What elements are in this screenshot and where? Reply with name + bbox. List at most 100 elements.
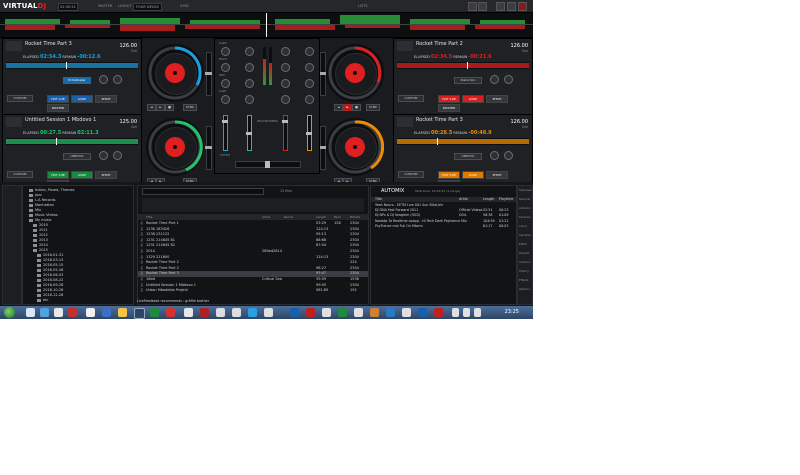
notes-icon[interactable] [118, 308, 127, 317]
app-icon-9[interactable] [306, 308, 315, 317]
crossfader-thumb[interactable] [265, 161, 270, 168]
ch4-gain-knob[interactable] [305, 47, 314, 56]
minimize-button[interactable] [507, 2, 516, 11]
deck-1-effect-knob-2[interactable] [113, 75, 122, 84]
side-panel-item[interactable]: Sideview [519, 188, 532, 192]
deck-1-jogwheel[interactable] [146, 44, 204, 102]
deck-4-custom-button[interactable]: CUSTOM [398, 171, 424, 178]
deck-2-pitch-pad[interactable]: PITCH [486, 95, 508, 103]
layout-select[interactable]: FOUR DECKS [133, 3, 162, 11]
deck-3-jogwheel[interactable] [146, 118, 204, 176]
column-title[interactable]: Title [146, 215, 152, 219]
folder-item[interactable]: L.A Records [29, 198, 56, 202]
deck-3-loop-pad[interactable]: LOOP [71, 171, 93, 179]
deck-4-effect-knob-2[interactable] [504, 151, 513, 160]
folder-item[interactable]: 2015 [33, 248, 48, 252]
overview-waveform[interactable] [0, 13, 533, 38]
automix-column-playtime[interactable]: Playtime [499, 197, 513, 202]
deck-4-effect-knob-1[interactable] [490, 151, 499, 160]
deck-3-effect-select[interactable]: LINEVOC [63, 153, 91, 160]
column-artist[interactable]: Artist [262, 215, 270, 219]
ch4-high-knob[interactable] [305, 63, 314, 72]
crossfader[interactable] [235, 161, 301, 168]
track-row[interactable]: ♫ 1231 214845 81 88:68 2304 [138, 238, 368, 243]
deck-1-cue-button[interactable]: ◄ [147, 104, 156, 111]
ie-icon[interactable] [40, 308, 49, 317]
deck-1-custom-button[interactable]: CUSTOM [7, 95, 33, 102]
side-panel-item[interactable]: Editor [519, 242, 527, 246]
deck-2-pitch-thumb[interactable] [319, 72, 326, 75]
folder-item[interactable]: 2016-08-22 [37, 278, 63, 282]
network-icon[interactable] [452, 308, 459, 317]
track-row[interactable]: ♫ Untitled Session 1 Mbdovo 1 99:05 2304 [138, 283, 368, 288]
deck-4-pitch-thumb[interactable] [319, 146, 326, 149]
track-row[interactable]: ♫ Rocket Time Part 2 224 [138, 260, 368, 265]
folder-item[interactable]: Mix [29, 208, 41, 212]
track-row[interactable]: ♫ Rocket Time Part 1 03:29 126 2304 [138, 221, 368, 226]
folder-item[interactable]: 2016-05-26 [37, 268, 63, 272]
deck-3-pitch-thumb[interactable] [205, 146, 212, 149]
side-panel-item[interactable]: Sampler [519, 197, 531, 201]
side-panel-item[interactable]: Options [519, 287, 530, 291]
ch4-volume-fader[interactable] [306, 115, 312, 151]
track-row[interactable]: ♫ 1238 183426 124:13 2304 [138, 227, 368, 232]
app-icon-8[interactable] [290, 308, 299, 317]
side-panel-item[interactable]: History [519, 269, 529, 273]
track-row[interactable]: ♫ 2014 280ed2814 2304 [138, 249, 368, 254]
track-row[interactable]: ♫ 1238 231122 95:13 2304 [138, 232, 368, 237]
deck-2-waveform[interactable] [397, 62, 529, 69]
deck-2-effect-select[interactable]: Distortion [454, 77, 482, 84]
track-row[interactable]: ♫ 16bit Critical Sea 39:59 1536 [138, 277, 368, 282]
deck-1-play-button[interactable]: ► [156, 104, 165, 111]
folder-item[interactable]: 2016-06-03 [37, 273, 63, 277]
deck-2-loop-pad[interactable]: LOOP [462, 95, 484, 103]
app-icon-13[interactable] [370, 308, 379, 317]
deck-2-master-pad[interactable]: MASTER [438, 104, 460, 112]
deck-1-pitch-thumb[interactable] [205, 72, 212, 75]
ch2-volume-fader[interactable] [282, 115, 288, 151]
folder-item[interactable]: 2013 [33, 238, 48, 242]
app-icon-17[interactable] [434, 308, 443, 317]
track-row[interactable]: ♫ 1231 214845 82 87:04 2304 [138, 243, 368, 248]
chrome-icon[interactable] [86, 308, 95, 317]
folder-item[interactable]: 2010 [33, 223, 48, 227]
folder-item[interactable]: 2016-09-28 [37, 283, 63, 287]
deck-1-pitch-pad[interactable]: PITCH [95, 95, 117, 103]
ch3-high-knob[interactable] [281, 63, 290, 72]
ch1-volume-fader[interactable] [222, 115, 228, 151]
ch1-low-knob[interactable] [221, 95, 230, 104]
side-panel-item[interactable]: Automix [519, 206, 531, 210]
deck-4-pitch-pad[interactable]: PITCH [486, 171, 508, 179]
app-icon-14[interactable] [386, 308, 395, 317]
side-panel-item[interactable]: Sandbox [519, 233, 531, 237]
deck-1-master-pad[interactable]: MASTER [47, 104, 69, 112]
deck-1-pause-button[interactable]: ■ [165, 104, 174, 111]
deck-2-hotcue-pad[interactable]: HOT CUE [438, 95, 460, 103]
deck-4-loop-pad[interactable]: LOOP [462, 171, 484, 179]
deck-1-effect-select[interactable]: EchoDopler [63, 77, 91, 84]
deck-1-loop-pad[interactable]: LOOP [71, 95, 93, 103]
folder-item[interactable]: 2012 [33, 233, 48, 237]
deck-2-effect-knob-1[interactable] [490, 75, 499, 84]
record-button[interactable] [468, 2, 477, 11]
ch3-gain-knob[interactable] [281, 47, 290, 56]
app-icon-5[interactable] [232, 308, 241, 317]
app-icon-16[interactable] [418, 308, 427, 317]
ch1-high-knob[interactable] [221, 63, 230, 72]
app-icon-1[interactable] [134, 308, 145, 319]
folder-item[interactable]: 2016-05-15 [37, 263, 63, 267]
deck-3-waveform[interactable] [6, 138, 138, 145]
app-icon-6[interactable] [248, 308, 257, 317]
folder-item[interactable]: 2016-03-13 [37, 258, 63, 262]
app-icon-7[interactable] [264, 308, 273, 317]
app-icon-12[interactable] [354, 308, 363, 317]
deck-2-play-button[interactable]: ► [343, 104, 352, 111]
deck-1-sync-button[interactable]: SYNC [183, 104, 197, 111]
deck-3-pitch-slider[interactable] [205, 126, 212, 170]
folder-item[interactable]: Indian, Posed, Themes [29, 188, 74, 192]
ch2-low-knob[interactable] [245, 95, 254, 104]
side-panel-item[interactable]: Effects [519, 278, 529, 282]
app-icon-10[interactable] [322, 308, 331, 317]
ch3-fader-thumb[interactable] [246, 132, 252, 135]
ch4-low-knob[interactable] [305, 95, 314, 104]
